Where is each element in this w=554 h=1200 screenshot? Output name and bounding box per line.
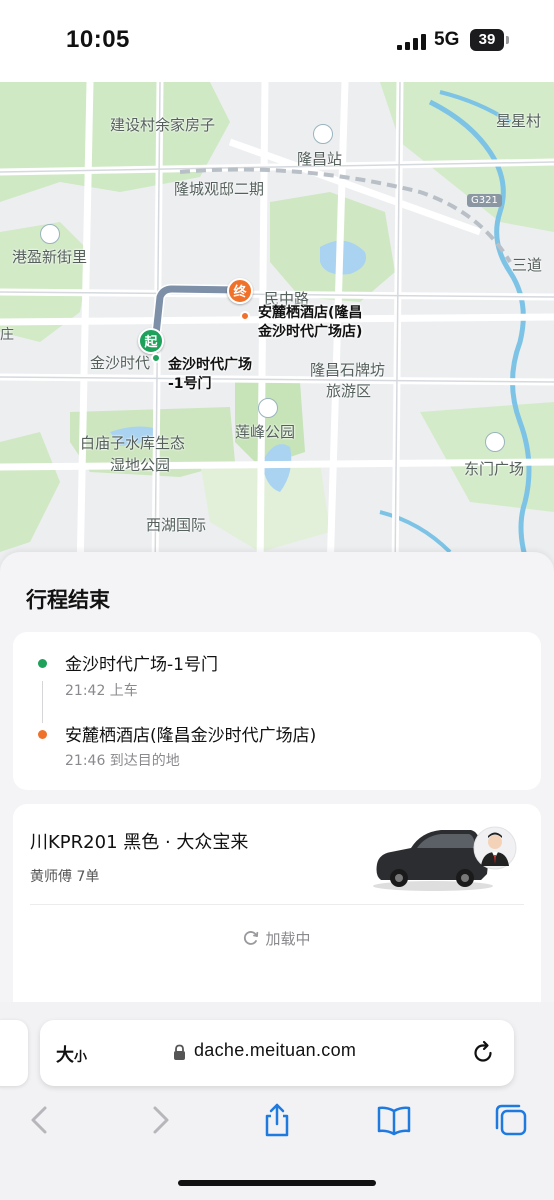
- map-label-gangying: 港盈新街里: [12, 248, 88, 266]
- reload-icon[interactable]: [470, 1040, 496, 1066]
- start-point-dot: [151, 353, 161, 363]
- url-text[interactable]: dache.meituan.com: [194, 1040, 356, 1061]
- loading-spinner-icon: [244, 931, 259, 945]
- share-icon[interactable]: [259, 1102, 295, 1138]
- status-time: 10:05: [66, 26, 130, 53]
- end-point-dot: [240, 311, 250, 321]
- map-label-jianshe: 建设村余家房子: [110, 116, 216, 134]
- text-size-button[interactable]: 大小: [56, 1041, 87, 1067]
- home-indicator[interactable]: [178, 1180, 376, 1186]
- trip-route-card: 金沙时代广场-1号门 21:42 上车 安麓栖酒店(隆昌金沙时代广场店) 21:…: [13, 632, 541, 790]
- vehicle-info: 川KPR201 黑色 · 大众宝来: [30, 832, 249, 853]
- museum-icon: [485, 432, 505, 452]
- previous-tab-preview[interactable]: [0, 1020, 28, 1086]
- map-label-sandao: 三道: [512, 256, 543, 274]
- car-icon: [373, 826, 517, 891]
- park-icon: [258, 398, 278, 418]
- trip-sheet: 行程结束 金沙时代广场-1号门 21:42 上车 安麓栖酒店(隆昌金沙时代广场店…: [0, 552, 554, 1012]
- station-icon: [313, 124, 333, 144]
- back-icon[interactable]: [22, 1102, 58, 1138]
- battery-icon: 39: [470, 29, 510, 51]
- start-poi-label: 金沙时代广场 -1号门: [168, 357, 252, 392]
- pickup-place: 金沙时代广场-1号门: [65, 655, 218, 675]
- pickup-dot: [38, 659, 47, 668]
- map-label-xihu: 西湖国际: [146, 516, 207, 534]
- dropoff-time: 21:46 到达目的地: [65, 753, 180, 769]
- map-label-baimiao-2: 湿地公园: [110, 456, 171, 474]
- route-map[interactable]: 建设村余家房子 星星村 隆昌站 隆城观邸二期 G321 港盈新街里 三道 民中路…: [0, 82, 554, 572]
- battery-level: 39: [478, 31, 496, 48]
- bookmarks-icon[interactable]: [376, 1102, 412, 1138]
- loading-text: 加载中: [265, 930, 311, 948]
- address-bar[interactable]: 大小 dache.meituan.com: [40, 1020, 514, 1086]
- road-badge-g321: G321: [467, 194, 502, 207]
- map-label-longchang-station: 隆昌站: [297, 150, 343, 168]
- end-marker[interactable]: 终: [227, 278, 253, 304]
- map-label-longcheng: 隆城观邸二期: [174, 180, 265, 198]
- vehicle-card: 川KPR201 黑色 · 大众宝来 黄师傅 7单 加载中: [13, 804, 541, 1012]
- driver-info: 黄师傅 7单: [30, 869, 100, 885]
- card-divider: [30, 904, 524, 905]
- pickup-time: 21:42 上车: [65, 683, 138, 699]
- network-type: 5G: [434, 29, 460, 50]
- dropoff-place: 安麓栖酒店(隆昌金沙时代广场店): [65, 726, 317, 746]
- lock-icon: [174, 1044, 185, 1060]
- map-label-left-edge: 庄: [0, 327, 14, 343]
- dropoff-dot: [38, 730, 47, 739]
- map-label-dongmen: 东门广场: [464, 460, 525, 478]
- map-label-xingxing: 星星村: [496, 112, 542, 130]
- browser-toolbar: 大小 dache.meituan.com: [0, 1002, 554, 1200]
- tabs-icon[interactable]: [493, 1102, 529, 1138]
- map-label-baimiao-1: 白庙子水库生态: [80, 434, 186, 452]
- cellular-signal-icon: [397, 34, 426, 50]
- map-label-shipaifang-1: 隆昌石牌坊: [310, 361, 386, 379]
- forward-icon[interactable]: [142, 1102, 178, 1138]
- start-marker[interactable]: 起: [138, 328, 164, 354]
- status-bar: 10:05 5G 39: [0, 0, 554, 82]
- loading-indicator: 加载中: [13, 928, 541, 949]
- building-icon: [40, 224, 60, 244]
- map-label-jinsha: 金沙时代: [90, 354, 151, 372]
- map-label-lianfeng: 莲峰公园: [235, 423, 296, 441]
- trip-status-title: 行程结束: [26, 588, 110, 612]
- end-poi-label: 安麓栖酒店(隆昌 金沙时代广场店): [258, 305, 363, 340]
- map-label-shipaifang-2: 旅游区: [326, 382, 372, 400]
- route-connector: [42, 681, 43, 723]
